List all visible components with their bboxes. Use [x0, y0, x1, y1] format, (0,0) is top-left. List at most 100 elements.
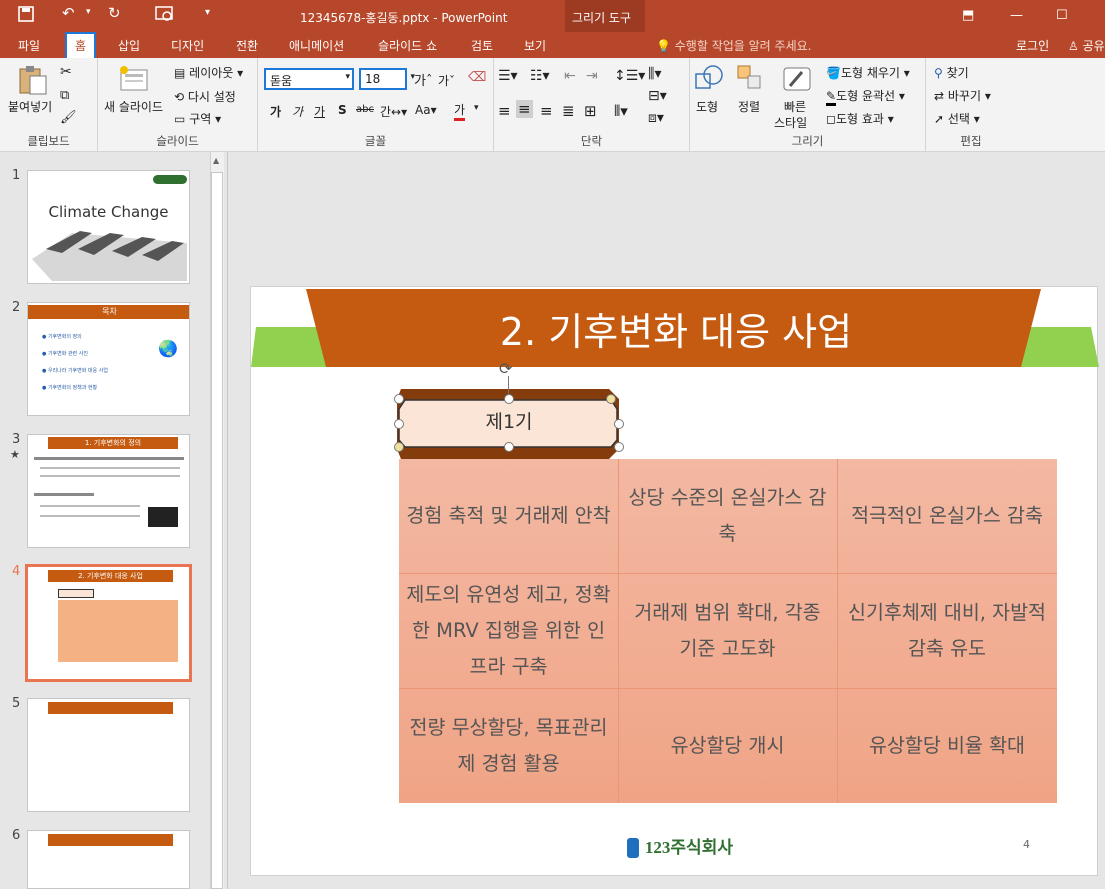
- quick-styles-icon[interactable]: [782, 64, 812, 97]
- undo-dropdown-icon[interactable]: ▾: [86, 7, 91, 17]
- shapes-icon[interactable]: [694, 64, 724, 97]
- resize-handle[interactable]: [504, 442, 514, 452]
- paste-button[interactable]: 붙여넣기: [8, 98, 52, 115]
- cut-icon[interactable]: ✂: [60, 64, 72, 80]
- badge-label[interactable]: 제1기: [401, 407, 617, 434]
- table-cell[interactable]: 유상할당 비율 확대: [837, 688, 1057, 803]
- tab-animations[interactable]: 애니메이션: [289, 37, 344, 54]
- table-cell[interactable]: 제도의 유연성 제고, 정확한 MRV 집행을 위한 인프라 구축: [399, 573, 618, 688]
- shapes-button[interactable]: 도형: [696, 98, 718, 115]
- char-spacing-button[interactable]: 간↔▾: [380, 103, 407, 120]
- customize-qat-icon[interactable]: ▾: [205, 7, 210, 18]
- smartart-icon[interactable]: ⧈▾: [648, 110, 664, 126]
- numbering-icon[interactable]: ☷▾: [530, 68, 550, 84]
- strike-button[interactable]: abc: [356, 104, 374, 115]
- slide-thumbnail-3[interactable]: 1. 기후변화의 정의: [27, 434, 190, 548]
- redo-icon[interactable]: ↻: [108, 4, 121, 22]
- adjust-handle[interactable]: [394, 442, 404, 452]
- tab-home[interactable]: 홈: [64, 32, 97, 60]
- italic-button[interactable]: 가: [292, 103, 303, 120]
- shrink-font-icon[interactable]: 가ˇ: [438, 72, 455, 89]
- font-size-select[interactable]: 18 ▾: [359, 68, 415, 90]
- resize-handle[interactable]: [614, 442, 624, 452]
- clear-format-icon[interactable]: ⌫: [468, 70, 486, 85]
- text-direction-icon[interactable]: ⫼▾: [648, 66, 661, 82]
- signin-link[interactable]: 로그인: [1016, 37, 1049, 54]
- slide-thumbnail-6[interactable]: [27, 830, 190, 889]
- resize-handle[interactable]: [394, 394, 404, 404]
- layout-button[interactable]: ▤ 레이아웃 ▾: [174, 64, 243, 81]
- shape-fill-button[interactable]: 🪣도형 채우기 ▾: [826, 64, 910, 81]
- ribbon-display-icon[interactable]: ⬒: [962, 8, 974, 23]
- replace-button[interactable]: ⇄ 바꾸기 ▾: [934, 87, 991, 104]
- slide-title[interactable]: 2. 기후변화 대응 사업: [351, 301, 1001, 356]
- maximize-icon[interactable]: ☐: [1056, 8, 1068, 23]
- justify-icon[interactable]: ≣: [562, 102, 575, 120]
- shape-effects-button[interactable]: ◻도형 효과 ▾: [826, 110, 894, 127]
- select-button[interactable]: ➚ 선택 ▾: [934, 110, 980, 127]
- tab-slideshow[interactable]: 슬라이드 쇼: [378, 37, 437, 54]
- table-cell[interactable]: 거래제 범위 확대, 각종 기준 고도화: [618, 573, 837, 688]
- slide-thumbnail-5[interactable]: [27, 698, 190, 812]
- decrease-indent-icon[interactable]: ⇤: [564, 68, 576, 84]
- table-cell[interactable]: 유상할당 개시: [618, 688, 837, 803]
- resize-handle[interactable]: [394, 419, 404, 429]
- tell-me-box[interactable]: 💡 수행할 작업을 알려 주세요.: [656, 37, 811, 54]
- rotate-handle-icon[interactable]: ⟳: [499, 359, 512, 378]
- arrange-button[interactable]: 정렬: [738, 98, 760, 115]
- adjust-handle[interactable]: [606, 394, 616, 404]
- slide-thumbnail-2[interactable]: 목차 ● 기후변화의 정의 ● 기후변화 관련 사진 ● 우리나라 기후변화 대…: [27, 302, 190, 416]
- new-slide-icon[interactable]: [118, 64, 150, 97]
- shape-outline-button[interactable]: ✎도형 윤곽선 ▾: [826, 87, 905, 106]
- copy-icon[interactable]: ⧉: [60, 88, 69, 103]
- share-button[interactable]: ♙ 공유: [1068, 37, 1105, 54]
- slide-thumbnail-1[interactable]: Climate Change: [27, 170, 190, 284]
- distributed-icon[interactable]: ⊞: [584, 102, 597, 120]
- quick-styles-label-2[interactable]: 스타일: [774, 114, 807, 131]
- font-name-select[interactable]: 돋움 ▾: [264, 68, 354, 90]
- slideshow-icon[interactable]: [155, 6, 175, 26]
- find-button[interactable]: ⚲ 찾기: [934, 64, 969, 81]
- table-cell[interactable]: 전량 무상할당, 목표관리제 경험 활용: [399, 688, 618, 803]
- grow-font-icon[interactable]: 가ˆ: [414, 70, 432, 89]
- font-color-dropdown-icon[interactable]: ▾: [474, 103, 479, 113]
- shadow-button[interactable]: S: [338, 103, 347, 117]
- resize-handle[interactable]: [504, 394, 514, 404]
- align-text-icon[interactable]: ⊟▾: [648, 88, 667, 104]
- table-cell[interactable]: 경험 축적 및 거래제 안착: [399, 459, 618, 573]
- align-right-icon[interactable]: ≡: [540, 102, 553, 120]
- reset-button[interactable]: ⟲ 다시 설정: [174, 88, 236, 105]
- bold-button[interactable]: 가: [270, 103, 281, 120]
- arrange-icon[interactable]: [736, 64, 764, 97]
- new-slide-button[interactable]: 새 슬라이드: [104, 98, 163, 115]
- increase-indent-icon[interactable]: ⇥: [586, 68, 598, 84]
- minimize-icon[interactable]: —: [1010, 8, 1023, 23]
- slide-canvas[interactable]: 2. 기후변화 대응 사업 제1기 ⟳ 경험 축적 및 거래제 안착 상당 수준…: [250, 286, 1099, 876]
- align-left-icon[interactable]: ≡: [498, 102, 511, 120]
- resize-handle[interactable]: [614, 419, 624, 429]
- tab-file[interactable]: 파일: [18, 37, 40, 54]
- undo-icon[interactable]: ↶: [62, 4, 75, 22]
- quick-styles-label-1[interactable]: 빠른: [784, 98, 806, 115]
- font-color-button[interactable]: 가: [454, 101, 466, 121]
- paste-icon[interactable]: [18, 64, 48, 99]
- tab-insert[interactable]: 삽입: [118, 37, 140, 54]
- bullets-icon[interactable]: ☰▾: [498, 68, 518, 84]
- table-cell[interactable]: 적극적인 온실가스 감축: [837, 459, 1057, 573]
- scroll-up-icon[interactable]: ▲: [213, 156, 219, 165]
- scrollbar-thumb[interactable]: [211, 172, 223, 889]
- change-case-button[interactable]: Aa▾: [415, 103, 437, 117]
- table-cell[interactable]: 신기후체제 대비, 자발적 감축 유도: [837, 573, 1057, 688]
- save-icon[interactable]: [18, 6, 34, 26]
- tab-view[interactable]: 보기: [524, 37, 546, 54]
- columns-icon[interactable]: ⫴▾: [614, 102, 628, 120]
- tab-design[interactable]: 디자인: [171, 37, 204, 54]
- tab-transitions[interactable]: 전환: [236, 37, 258, 54]
- section-button[interactable]: ▭ 구역 ▾: [174, 110, 221, 127]
- tab-review[interactable]: 검토: [471, 37, 493, 54]
- underline-button[interactable]: 가: [314, 103, 325, 120]
- table-cell[interactable]: 상당 수준의 온실가스 감축: [618, 459, 837, 573]
- format-painter-icon[interactable]: 🖌: [60, 110, 77, 125]
- line-spacing-icon[interactable]: ↕☰▾: [614, 68, 645, 84]
- align-center-icon[interactable]: ≡: [516, 100, 533, 118]
